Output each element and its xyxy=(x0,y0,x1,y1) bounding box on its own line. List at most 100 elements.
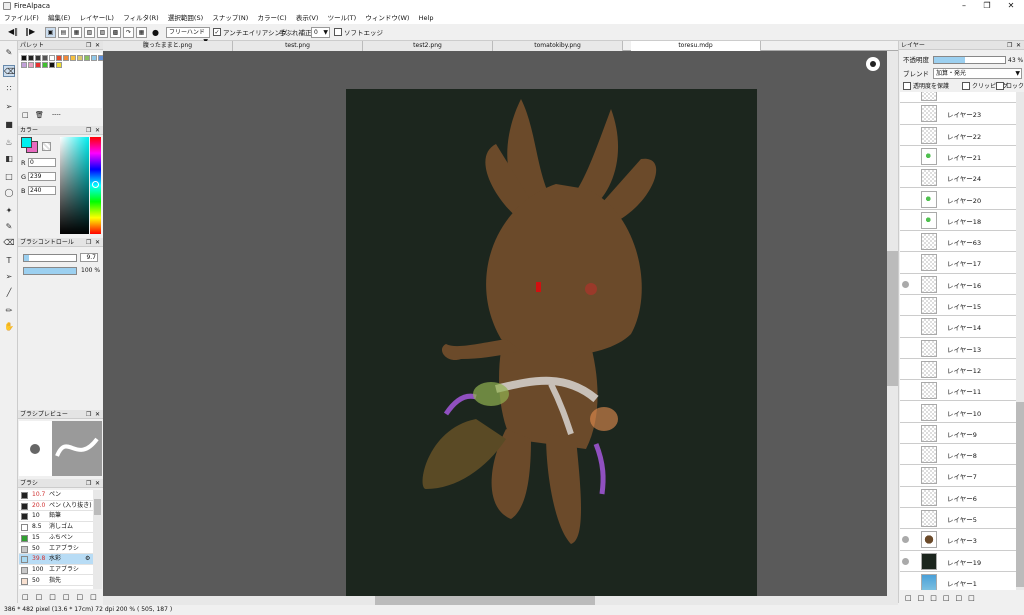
select-eraser-icon[interactable]: ⌫ xyxy=(3,237,15,249)
palette-swatch[interactable] xyxy=(42,62,48,68)
brush-size-slider[interactable] xyxy=(23,254,77,262)
softedge-checkbox[interactable] xyxy=(334,28,342,36)
layer-visibility-icon[interactable] xyxy=(902,259,909,266)
prev-icon[interactable]: ◀‖ xyxy=(8,27,18,36)
layer-visibility-icon[interactable] xyxy=(902,280,909,288)
close-icon[interactable]: ✕ xyxy=(95,41,100,50)
layer-opacity-slider[interactable] xyxy=(933,56,1006,64)
hue-handle-icon[interactable] xyxy=(92,181,99,188)
palette-swatch[interactable] xyxy=(49,62,55,68)
close-icon[interactable]: ✕ xyxy=(1016,41,1021,50)
tab-5[interactable]: toresu.mdp xyxy=(631,41,761,51)
snap-radial-icon[interactable]: ▨ xyxy=(97,27,108,38)
layer-row[interactable]: レイヤー7 xyxy=(900,465,1017,487)
palette-swatch[interactable] xyxy=(77,55,83,61)
layer-visibility-icon[interactable] xyxy=(902,366,909,373)
brush-size-value[interactable]: 9.7 xyxy=(80,253,98,262)
palette-swatch[interactable] xyxy=(63,55,69,61)
layer-row[interactable]: レイヤー20 xyxy=(900,188,1017,210)
menu-help[interactable]: Help xyxy=(419,12,434,24)
layer-row[interactable]: レイヤー11 xyxy=(900,380,1017,402)
close-icon[interactable]: ✕ xyxy=(1001,1,1021,11)
brush-item[interactable]: 15 ふちペン xyxy=(19,532,93,544)
blend-select[interactable]: 加算・発光 ▼ xyxy=(933,68,1022,79)
menu-edit[interactable]: 編集(E) xyxy=(48,12,70,24)
layer-visibility-icon[interactable] xyxy=(902,472,909,479)
transparent-color-icon[interactable] xyxy=(42,142,51,151)
bucket-tool-icon[interactable]: ♨ xyxy=(3,137,15,149)
palette-swatch[interactable] xyxy=(21,55,27,61)
layer-visibility-icon[interactable] xyxy=(902,238,909,245)
palette-swatch[interactable] xyxy=(49,55,55,61)
g-input[interactable]: 239 xyxy=(28,172,56,181)
layer-row[interactable]: レイヤー22 xyxy=(900,124,1017,146)
layer-actions-icon[interactable]: □□□□□□ xyxy=(905,594,981,602)
layer-row[interactable]: レイヤー17 xyxy=(900,252,1017,274)
snap-parallel-icon[interactable]: ▤ xyxy=(58,27,69,38)
palette-swatch[interactable] xyxy=(56,62,62,68)
palette-swatch[interactable] xyxy=(84,55,90,61)
float-icon[interactable]: ❐ xyxy=(86,479,91,488)
drawing-canvas[interactable] xyxy=(346,89,757,596)
layer-row[interactable]: レイヤー6 xyxy=(900,486,1017,508)
dot-tool-icon[interactable]: ∷ xyxy=(3,83,15,95)
layer-row[interactable]: レイヤー5 xyxy=(900,508,1017,530)
layer-visibility-icon[interactable] xyxy=(902,409,909,416)
antialias-checkbox[interactable]: ✓ xyxy=(213,28,221,36)
canvas-area[interactable] xyxy=(103,51,898,596)
palette-swatch[interactable] xyxy=(70,55,76,61)
layer-visibility-icon[interactable] xyxy=(902,451,909,458)
tab-3[interactable]: test2.png xyxy=(363,41,493,51)
tab-1[interactable]: 腹ったままと.png xyxy=(103,41,233,51)
r-input[interactable]: 0 xyxy=(28,158,56,167)
hand-tool-icon[interactable]: ✋ xyxy=(3,321,15,333)
layer-visibility-icon[interactable] xyxy=(902,345,909,352)
menu-select[interactable]: 選択範囲(S) xyxy=(168,12,203,24)
brush-item[interactable]: 10.7 ペン xyxy=(19,490,93,501)
layer-row[interactable]: レイヤー8 xyxy=(900,444,1017,466)
layer-row[interactable]: レイヤー16 xyxy=(900,273,1017,295)
snap-grid-icon[interactable]: ▦ xyxy=(136,27,147,38)
tab-2[interactable]: test.png xyxy=(233,41,363,51)
menu-file[interactable]: ファイル(F) xyxy=(4,12,39,24)
b-input[interactable]: 240 xyxy=(28,186,56,195)
minimize-icon[interactable]: – xyxy=(954,1,974,11)
layer-row[interactable]: レイヤー21 xyxy=(900,145,1017,168)
layer-visibility-icon[interactable] xyxy=(902,302,909,309)
magic-wand-icon[interactable]: ✦ xyxy=(3,205,15,217)
next-icon[interactable]: ‖▶ xyxy=(25,27,35,36)
float-icon[interactable]: ❐ xyxy=(86,410,91,419)
layer-row[interactable]: レイヤー3 xyxy=(900,529,1017,551)
menu-layer[interactable]: レイヤー(L) xyxy=(79,12,114,24)
primary-color-swatch[interactable] xyxy=(21,137,32,148)
layer-row[interactable]: レイヤー14 xyxy=(900,316,1017,338)
operation-tool-icon[interactable]: ➢ xyxy=(3,271,15,283)
layer-visibility-icon[interactable] xyxy=(902,323,909,330)
color-sv-picker[interactable] xyxy=(60,137,89,234)
scrollbar-thumb[interactable] xyxy=(887,251,898,386)
layer-row[interactable]: レイヤー15 xyxy=(900,295,1017,317)
layer-visibility-icon[interactable] xyxy=(902,153,909,160)
layer-row[interactable]: レイヤー9 xyxy=(900,422,1017,445)
brush-item[interactable]: 100 エアブラシ xyxy=(19,564,93,576)
layer-row[interactable]: レイヤー13 xyxy=(900,337,1017,359)
menu-view[interactable]: 表示(V) xyxy=(296,12,319,24)
brush-mode-select[interactable]: フリーハンド ▼ xyxy=(166,27,210,45)
layer-visibility-icon[interactable] xyxy=(902,579,909,586)
lock-checkbox[interactable] xyxy=(996,82,1004,90)
close-icon[interactable]: ✕ xyxy=(95,126,100,135)
layer-row[interactable]: レイヤー10 xyxy=(900,401,1017,423)
layer-row[interactable]: レイヤー63 xyxy=(900,231,1017,253)
brush-item[interactable]: 50 エアブラシ xyxy=(19,543,93,554)
brush-opacity-slider[interactable] xyxy=(23,267,77,275)
eraser-tool-icon[interactable]: ⌫ xyxy=(3,65,15,77)
brush-item[interactable]: 20.0 ペン (入り抜き) xyxy=(19,500,93,512)
maximize-icon[interactable]: ❐ xyxy=(977,1,997,11)
brush-item[interactable]: 10 鉛筆 xyxy=(19,511,93,522)
layer-visibility-icon[interactable] xyxy=(902,557,909,565)
pen-tool-icon[interactable]: ✎ xyxy=(3,47,15,59)
palette-swatch[interactable] xyxy=(35,55,41,61)
palette-swatch[interactable] xyxy=(42,55,48,61)
eyedropper-icon[interactable]: ✏ xyxy=(3,305,15,317)
brush-item[interactable]: 50 指先 xyxy=(19,575,93,587)
